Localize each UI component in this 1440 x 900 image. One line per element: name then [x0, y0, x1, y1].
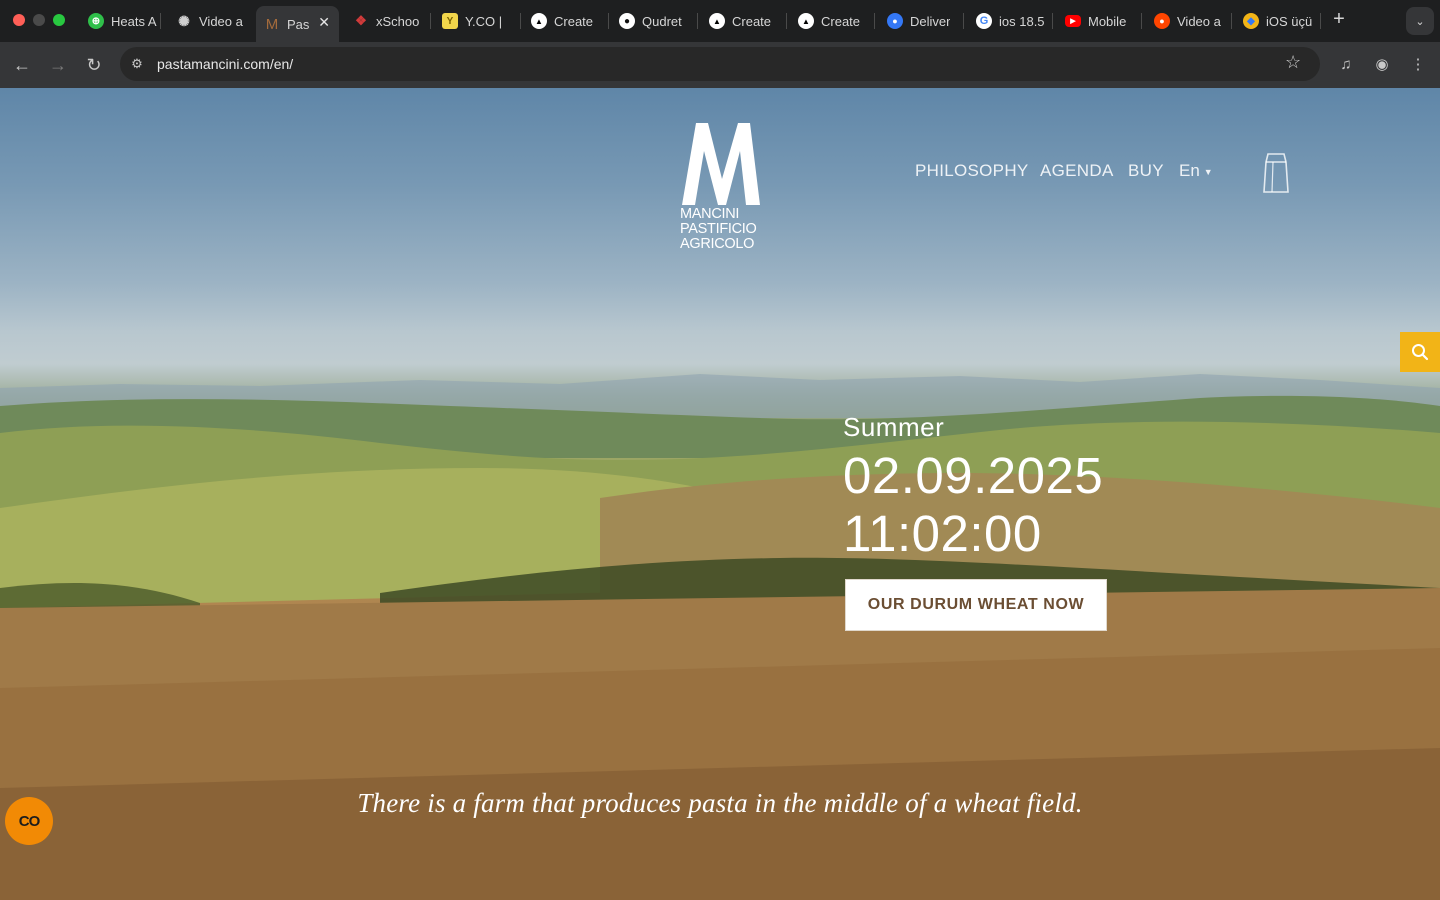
hero-season: Summer [843, 412, 945, 442]
nav-agenda[interactable]: AGENDA [1040, 161, 1114, 181]
browser-tab[interactable]: ⊕ Heats A [80, 6, 158, 36]
tab-label: iOS üçü [1266, 13, 1313, 29]
browser-menu-icon[interactable]: ⋮ [1407, 53, 1429, 75]
tab-divider [1231, 13, 1232, 29]
window-minimize-button[interactable] [33, 14, 45, 26]
tab-divider [608, 13, 609, 29]
hero-date: 02.09.2025 [843, 447, 1104, 504]
browser-tab[interactable]: ● Deliver [879, 6, 957, 36]
browser-tab[interactable]: ▲ Create [790, 6, 866, 36]
hero-tagline: There is a farm that produces pasta in t… [357, 788, 1083, 818]
hero-time: 11:02:00 [843, 505, 1042, 562]
tab-label: Video a [1177, 13, 1221, 29]
hero-section: MANCINI PASTIFICIO AGRICOLO PHILOSOPHY A… [0, 88, 1440, 900]
vercel-icon: ▲ [709, 13, 725, 29]
yco-icon: Y [442, 13, 458, 29]
tab-divider [1141, 13, 1142, 29]
tab-divider [874, 13, 875, 29]
mancini-m-logo-icon [682, 123, 760, 205]
tab-divider [160, 13, 161, 29]
browser-tab[interactable]: Y Y.CO | [434, 6, 518, 36]
tab-label: Pas [287, 16, 310, 32]
tab-divider [1052, 13, 1053, 29]
tab-divider [963, 13, 964, 29]
tab-divider [520, 13, 521, 29]
browser-tab[interactable]: ❖ xSchoo [345, 6, 427, 36]
browser-tab[interactable]: ● Qudret [611, 6, 693, 36]
window-zoom-button[interactable] [53, 14, 65, 26]
cookie-consent-button[interactable]: CO [5, 797, 53, 845]
tab-divider [697, 13, 698, 29]
mancini-logo[interactable]: MANCINI PASTIFICIO AGRICOLO [680, 121, 762, 252]
tab-label: Heats A [111, 13, 157, 29]
vercel-icon: ▲ [531, 13, 547, 29]
logo-line-mancini: MANCINI [680, 206, 740, 222]
site-settings-icon[interactable]: ⚙ [128, 55, 146, 73]
reload-icon[interactable]: ↻ [81, 52, 107, 78]
bookmark-star-icon[interactable]: ☆ [1285, 52, 1301, 73]
globe-icon: ⊕ [88, 13, 104, 29]
language-label: En [1179, 161, 1200, 180]
tab-divider [786, 13, 787, 29]
youtube-icon: ▶ [1065, 15, 1081, 27]
tab-label: Mobile [1088, 13, 1127, 29]
tab-label: Y.CO | [465, 13, 503, 29]
nav-philosophy[interactable]: PHILOSOPHY [915, 161, 1029, 181]
tab-label: Qudret [642, 13, 682, 29]
apple-icon: ● [887, 13, 903, 29]
mancini-m-icon: M [265, 15, 279, 33]
url-text[interactable]: pastamancini.com/en/ [157, 56, 293, 72]
browser-tab[interactable]: ◆ iOS üçü [1235, 6, 1313, 36]
tab-label: ios 18.5 [999, 13, 1044, 29]
vercel-icon: ▲ [798, 13, 814, 29]
google-icon: G [976, 13, 992, 29]
browser-tab[interactable]: ● Video a [1146, 6, 1226, 36]
address-bar[interactable] [120, 47, 1320, 81]
openai-icon: ✺ [178, 12, 190, 29]
browser-tab[interactable]: ▶ Mobile [1057, 6, 1135, 36]
tab-divider [430, 13, 431, 29]
search-icon [1412, 344, 1429, 361]
back-arrow-icon[interactable]: ← [9, 52, 35, 78]
tab-label: Deliver [910, 13, 951, 29]
language-selector[interactable]: En ▼ [1179, 161, 1213, 181]
durum-wheat-cta-button[interactable]: OUR DURUM WHEAT NOW [845, 579, 1107, 631]
browser-tab[interactable]: ▲ Create [523, 6, 599, 36]
close-tab-icon[interactable]: ✕ [318, 14, 330, 31]
xschool-icon: ❖ [355, 13, 367, 28]
profile-icon[interactable]: ◉ [1371, 53, 1393, 75]
tab-label: Video a [199, 13, 243, 29]
search-button[interactable] [1400, 332, 1440, 372]
app-icon: ◆ [1243, 13, 1259, 29]
logo-line-agricolo: AGRICOLO [680, 236, 755, 252]
browser-tab[interactable]: G ios 18.5 [968, 6, 1044, 36]
browser-tab[interactable]: ▲ Create [701, 6, 777, 36]
tab-label: Create [821, 13, 861, 29]
cookie-button-label: CO [18, 812, 40, 830]
logo-line-pastificio: PASTIFICIO [680, 221, 757, 237]
tab-label: Create [732, 13, 772, 29]
tab-label: xSchoo [376, 13, 420, 29]
reddit-icon: ● [1154, 13, 1170, 29]
tab-search-chevron-icon[interactable]: ⌄ [1406, 7, 1434, 35]
pasta-bag-cart-icon[interactable] [1262, 152, 1290, 194]
media-controls-icon[interactable]: ♫ [1335, 53, 1357, 75]
browser-tab-strip: ⊕ Heats A ✺ Video a M Pas ✕ ❖ xSchoo Y Y… [0, 0, 1440, 42]
tab-label: Create [554, 13, 594, 29]
github-icon: ● [619, 13, 635, 29]
forward-arrow-icon[interactable]: → [45, 52, 71, 78]
browser-tab[interactable]: ✺ Video a [168, 6, 248, 36]
browser-tab-active[interactable]: M Pas ✕ [256, 6, 339, 42]
window-close-button[interactable] [13, 14, 25, 26]
caret-down-icon: ▼ [1203, 166, 1213, 177]
nav-buy[interactable]: BUY [1128, 161, 1164, 181]
tab-divider [1320, 13, 1321, 29]
new-tab-button[interactable]: + [1329, 8, 1349, 31]
